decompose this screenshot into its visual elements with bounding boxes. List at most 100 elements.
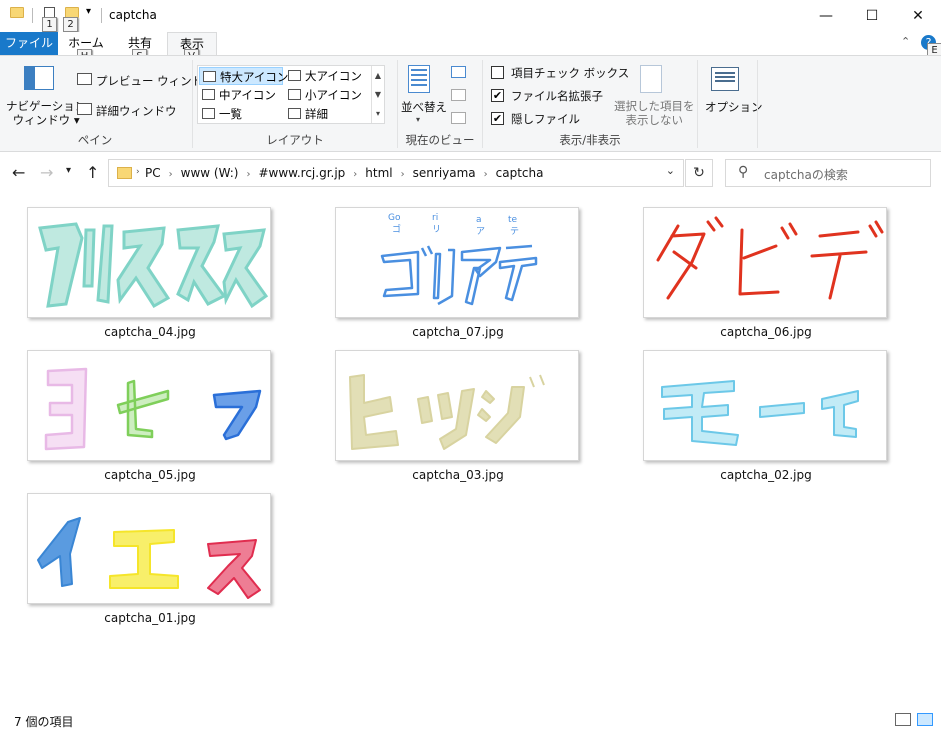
thumbnail — [27, 207, 271, 318]
extra-large-icons-icon — [203, 71, 216, 82]
up-button[interactable]: ↑ — [86, 163, 99, 182]
romaji-label: Go — [388, 213, 401, 223]
layout-list[interactable]: 一覧 — [199, 105, 283, 123]
recent-locations-button[interactable]: ▾ — [66, 165, 71, 176]
keytip-1: 1 — [42, 17, 57, 32]
ribbon: ナビゲーション ウィンドウ ▾ プレビュー ウィンドウ 詳細ウィンドウ ペイン … — [0, 55, 941, 152]
chevron-right-icon[interactable]: › — [484, 169, 488, 180]
maximize-button[interactable]: ☐ — [849, 0, 895, 31]
layout-gallery-scroll[interactable]: ▲ ▼ ▾ — [371, 66, 384, 123]
file-item[interactable]: captcha_06.jpg — [641, 195, 887, 339]
item-checkboxes-label: 項目チェック ボックス — [511, 66, 630, 80]
chevron-right-icon[interactable]: › — [169, 169, 173, 180]
options-icon[interactable] — [711, 67, 739, 91]
chevron-right-icon[interactable]: › — [246, 169, 250, 180]
sort-by-dropdown-icon: ▾ — [416, 115, 421, 124]
details-icon — [288, 108, 301, 119]
breadcrumb-item[interactable]: PC — [145, 166, 161, 180]
minimize-icon: — — [819, 7, 833, 24]
group-label-pane: ペイン — [77, 133, 113, 147]
divider — [32, 8, 33, 23]
small-icons-icon — [288, 89, 301, 100]
layout-item-label: 一覧 — [219, 107, 242, 121]
romaji-label: ri — [432, 213, 438, 223]
close-button[interactable]: ✕ — [895, 0, 941, 31]
status-bar: 7 個の項目 — [0, 703, 941, 734]
address-history-icon[interactable]: ⌄ — [666, 164, 675, 177]
item-checkboxes-checkbox[interactable] — [491, 66, 504, 79]
file-item[interactable]: captcha_01.jpg — [25, 481, 271, 625]
file-extensions-label: ファイル名拡張子 — [511, 89, 603, 103]
chevron-right-icon[interactable]: › — [401, 169, 405, 180]
navigation-pane-icon[interactable] — [24, 66, 54, 90]
layout-item-label: 小アイコン — [305, 88, 362, 102]
medium-icons-icon — [202, 89, 215, 100]
details-view-icon[interactable] — [895, 713, 911, 726]
divider — [482, 60, 483, 148]
file-name: captcha_04.jpg — [104, 325, 196, 339]
refresh-icon: ↻ — [693, 165, 705, 181]
group-by-icon[interactable] — [451, 66, 466, 78]
layout-item-label: 詳細 — [305, 107, 328, 121]
thumbnail: Go ri a te ゴ リ ア テ — [335, 207, 579, 318]
divider — [397, 60, 398, 148]
size-columns-icon — [451, 112, 466, 124]
search-box[interactable]: ⚲ captchaの検索 — [725, 159, 931, 187]
maximize-icon: ☐ — [865, 7, 879, 24]
hidden-items-checkbox[interactable]: ✔ — [491, 112, 504, 125]
layout-item-label: 中アイコン — [219, 88, 276, 102]
divider — [757, 60, 758, 148]
breadcrumb-item[interactable]: #www.rcj.gr.jp — [258, 166, 345, 180]
breadcrumb-item[interactable]: captcha — [496, 166, 544, 180]
kana-label: テ — [510, 226, 519, 237]
sort-by-icon[interactable] — [408, 65, 430, 93]
file-name: captcha_03.jpg — [412, 468, 504, 482]
breadcrumb-item[interactable]: senriyama — [413, 166, 476, 180]
file-item[interactable]: Go ri a te ゴ リ ア テ captcha_07.jpg — [333, 195, 579, 339]
layout-gallery: 特大アイコン 大アイコン 中アイコン 小アイコン 一覧 詳細 ▲ ▼ ▾ — [197, 65, 385, 124]
navigation-pane-button[interactable]: ナビゲーション ウィンドウ ▾ — [6, 99, 86, 127]
breadcrumb-item[interactable]: www (W:) — [181, 166, 239, 180]
large-icons-view-icon[interactable] — [917, 713, 933, 726]
customize-toolbar-icon[interactable]: ▾ — [86, 6, 91, 17]
folder-icon — [10, 7, 24, 18]
file-item[interactable]: captcha_04.jpg — [25, 195, 271, 339]
back-button[interactable]: ← — [12, 163, 25, 182]
file-item[interactable]: captcha_03.jpg — [333, 338, 579, 482]
search-input[interactable]: captchaの検索 — [764, 166, 848, 183]
chevron-right-icon: › — [136, 167, 140, 177]
forward-button[interactable]: → — [40, 163, 53, 182]
add-columns-icon — [451, 89, 466, 101]
file-name: captcha_07.jpg — [412, 325, 504, 339]
layout-extra-large-icons[interactable]: 特大アイコン — [199, 67, 288, 85]
details-pane-button[interactable]: 詳細ウィンドウ — [96, 103, 177, 119]
breadcrumb-item[interactable]: html — [365, 166, 392, 180]
breadcrumb: PC › www (W:) › #www.rcj.gr.jp › html › senriyam… — [145, 166, 544, 180]
ribbon-tabs: ファイル ホーム H 共有 S 表示 V ⌃ ? E — [0, 32, 941, 64]
sort-by-button[interactable]: 並べ替え — [401, 99, 447, 115]
refresh-button[interactable]: ↻ — [685, 159, 713, 187]
layout-small-icons[interactable]: 小アイコン — [285, 86, 369, 104]
file-extensions-checkbox[interactable]: ✔ — [491, 89, 504, 102]
file-list: captcha_04.jpg Go ri a te ゴ リ ア テ captch… — [0, 193, 941, 703]
keytip-2: 2 — [63, 17, 78, 32]
romaji-label: a — [476, 215, 482, 225]
layout-large-icons[interactable]: 大アイコン — [285, 67, 369, 85]
large-icons-icon — [288, 70, 301, 81]
chevron-right-icon[interactable]: › — [353, 169, 357, 180]
divider — [101, 8, 102, 23]
layout-item-label: 大アイコン — [305, 69, 362, 83]
layout-medium-icons[interactable]: 中アイコン — [199, 86, 283, 104]
file-item[interactable]: captcha_02.jpg — [641, 338, 887, 482]
collapse-ribbon-icon[interactable]: ⌃ — [901, 35, 910, 48]
file-item[interactable]: captcha_05.jpg — [25, 338, 271, 482]
options-button[interactable]: オプション — [705, 99, 763, 115]
tab-file[interactable]: ファイル — [0, 32, 58, 55]
folder-icon — [117, 167, 132, 179]
window-title: captcha — [109, 8, 157, 22]
kana-label: ゴ — [392, 223, 401, 235]
layout-details[interactable]: 詳細 — [285, 105, 369, 123]
minimize-button[interactable]: — — [803, 0, 849, 31]
address-bar[interactable]: › PC › www (W:) › #www.rcj.gr.jp › html › senriy… — [108, 159, 684, 187]
kana-label: リ — [432, 225, 441, 235]
